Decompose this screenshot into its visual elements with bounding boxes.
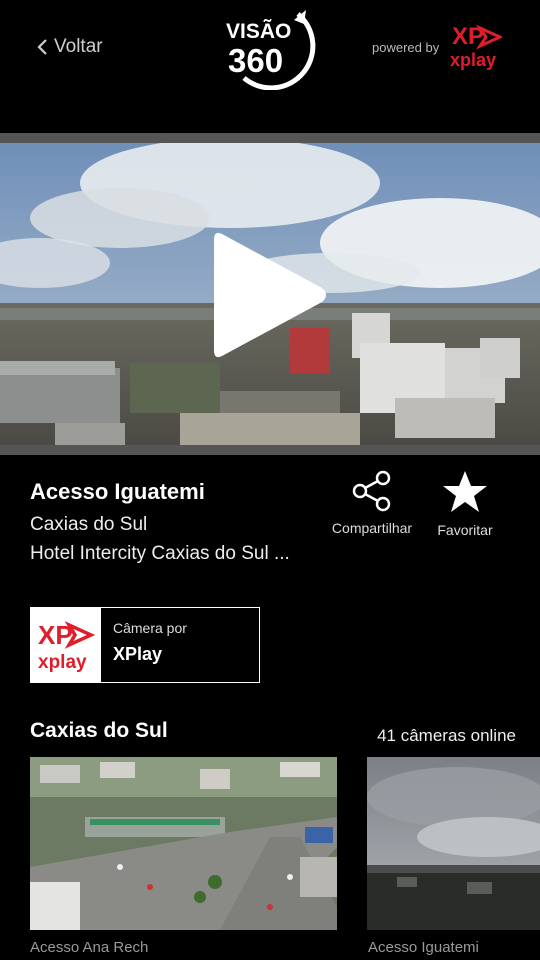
back-button[interactable]: Voltar xyxy=(36,36,103,58)
svg-text:xplay: xplay xyxy=(450,50,496,70)
favorite-button[interactable]: Favoritar xyxy=(432,470,498,538)
provider-text: Câmera por XPlay xyxy=(101,608,187,682)
camera-title: Acesso Iguatemi xyxy=(30,479,205,504)
powered-by-label: powered by xyxy=(372,40,440,55)
camera-thumbnail-label: Acesso Iguatemi xyxy=(368,939,479,956)
star-icon xyxy=(443,471,487,512)
camera-thumbnail-image xyxy=(367,757,540,930)
play-icon[interactable] xyxy=(210,228,330,362)
svg-text:xplay: xplay xyxy=(38,652,87,673)
chevron-left-icon xyxy=(37,39,47,55)
share-button[interactable]: Compartilhar xyxy=(326,470,418,536)
xplay-provider-logo: XP xplay xyxy=(31,608,101,682)
back-label: Voltar xyxy=(54,36,103,57)
logo-text-top: VISÃO xyxy=(226,20,291,43)
camera-thumbnail-label: Acesso Ana Rech xyxy=(30,939,149,956)
camera-thumbnail[interactable] xyxy=(30,757,337,930)
favorite-label: Favoritar xyxy=(437,522,493,538)
app-header: Voltar VISÃO 360 powered by XP xplay xyxy=(0,0,540,95)
logo-text-bottom: 360 xyxy=(228,42,283,79)
share-icon xyxy=(352,470,391,512)
online-cameras-count: 41 câmeras online xyxy=(377,726,516,745)
visao360-logo: VISÃO 360 xyxy=(226,10,316,90)
camera-provider-card[interactable]: XP xplay Câmera por XPlay xyxy=(30,607,260,683)
xplay-brand-logo: XP xplay xyxy=(450,23,502,70)
video-player[interactable] xyxy=(0,133,540,455)
camera-thumbnail-image xyxy=(30,757,337,930)
section-title: Caxias do Sul xyxy=(30,719,168,742)
camera-city: Caxias do Sul xyxy=(30,514,148,535)
camera-location: Hotel Intercity Caxias do Sul ... xyxy=(30,543,290,564)
camera-thumbnail[interactable] xyxy=(367,757,540,930)
share-label: Compartilhar xyxy=(331,520,413,536)
provider-name: XPlay xyxy=(113,644,163,664)
provider-subtitle: Câmera por xyxy=(113,620,187,636)
